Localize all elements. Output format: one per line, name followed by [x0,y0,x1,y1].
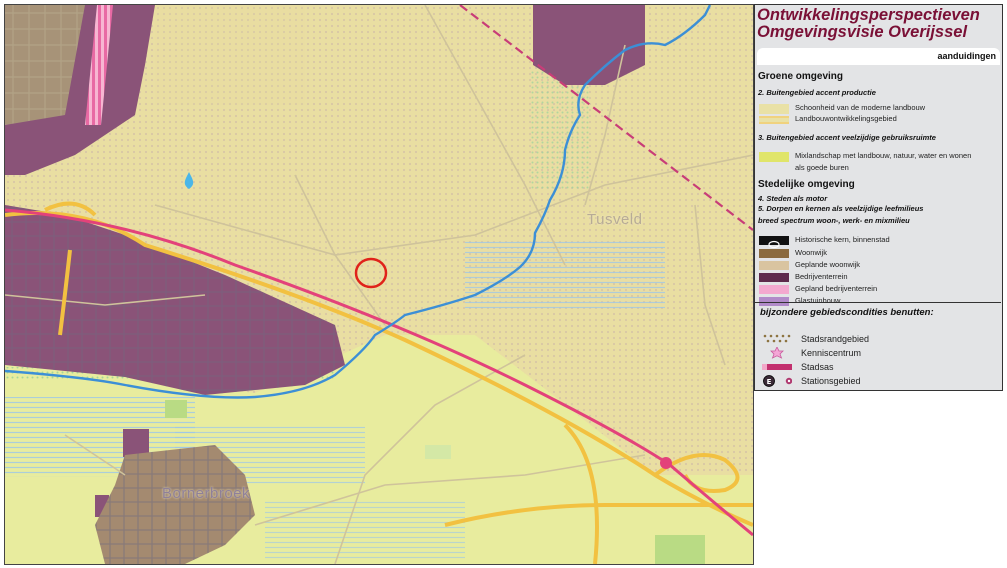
green-patch [655,535,705,564]
legend-sub-productie: 2. Buitengebied accent productie [758,88,876,97]
map-panel[interactable]: Tusveld Bornerbroek [4,4,754,565]
map-canvas[interactable] [5,5,753,564]
legend-title-line1: Ontwikkelingsperspectieven [757,6,980,24]
legend-item-label: Stadsas [801,362,834,372]
legend-swatch [759,236,789,249]
legend-item-label: Kenniscentrum [801,348,862,358]
legend-swatch [759,249,789,258]
legend-sub-dorpen: 5. Dorpen en kernen als veelzijdige leef… [758,204,924,213]
legend-special-section: bijzondere gebiedscondities benutten: St… [755,302,1001,390]
legend-item-label: Woonwijk [795,248,827,257]
legend-heading-stedelijke: Stedelijke omgeving [758,179,855,190]
outskirts [155,5,305,105]
legend-tab-aanduidingen[interactable]: aanduidingen [757,48,1000,65]
legend-item-mixlandschap: Mixlandschap met landbouw, natuur, water… [755,151,1002,162]
legend-item-label: Stadsrandgebied [801,334,870,344]
legend-title-line2: Omgevingsvisie Overijssel [757,23,968,41]
legend-item-label: Geplande woonwijk [795,260,861,269]
place-label-bornerbroek: Bornerbroek [162,485,251,502]
legend-item-label: Stationsgebied [801,376,861,386]
legend-item-kenniscentrum: Kenniscentrum [755,347,1001,360]
legend-swatch [759,152,789,162]
legend-sub-steden: 4. Steden als motor [758,194,828,203]
kenniscentrum-star-icon [770,347,784,359]
legend-sub-veelzijdig: 3. Buitengebied accent veelzijdige gebru… [758,133,936,142]
legend-item-stadsas: Stadsas [755,361,1001,374]
legend-item-label: Schoonheid van de moderne landbouw [795,103,926,112]
station-dot [660,457,672,469]
legend-item-landbouw: Landbouwontwikkelingsgebied [755,114,1002,125]
legend-swatch [759,104,789,114]
legend-item-bedrijventerrein: Bedrijventerrein [755,272,1002,283]
station-icon: E [763,375,792,387]
legend-sub-breed: breed spectrum woon-, werk- en mixmilieu [758,216,910,225]
green-patch [165,400,187,418]
legend-item-woonwijk: Woonwijk [755,248,1002,259]
legend-heading-bijzondere: bijzondere gebiedscondities benutten: [760,307,934,318]
place-label-tusveld: Tusveld [587,211,643,228]
legend-tab-label: aanduidingen [937,51,997,61]
green-patch [425,445,451,459]
legend-item-label: Mixlandschap met landbouw, natuur, water… [795,151,972,160]
legend-item-stationsgebied: E Stationsgebied [755,375,1001,388]
water-hatch-area [465,240,665,310]
nature-dots [530,70,590,190]
legend-item-label: Gepland bedrijventerrein [795,284,878,293]
legend-swatch [759,116,789,124]
legend-heading-groene: Groene omgeving [758,71,844,82]
legend-item-geplande-woonwijk: Geplande woonwijk [755,260,1002,271]
stadsas-icon [762,364,792,370]
legend-swatch [759,273,789,282]
legend-item-gepland-bedrijventerrein: Gepland bedrijventerrein [755,284,1002,295]
legend-item-stadsrand: Stadsrandgebied [755,333,1001,346]
legend-title: Ontwikkelingsperspectieven Omgevingsvisi… [757,7,980,41]
svg-text:E: E [767,378,772,386]
legend-item-label-cont: als goede buren [795,163,849,172]
legend-item-label: Landbouwontwikkelingsgebied [795,114,897,123]
water-hatch-area [265,500,465,560]
legend-swatch [759,261,789,270]
legend-item-label: Bedrijventerrein [795,272,848,281]
legend-item-historische: Historische kern, binnenstad [755,235,1002,249]
legend-swatch [759,285,789,294]
legend-panel: Ontwikkelingsperspectieven Omgevingsvisi… [754,4,1003,391]
stadsrand-dots-icon [763,334,791,343]
legend-item-schoonheid: Schoonheid van de moderne landbouw [755,103,1002,114]
legend-item-label: Historische kern, binnenstad [795,235,890,244]
